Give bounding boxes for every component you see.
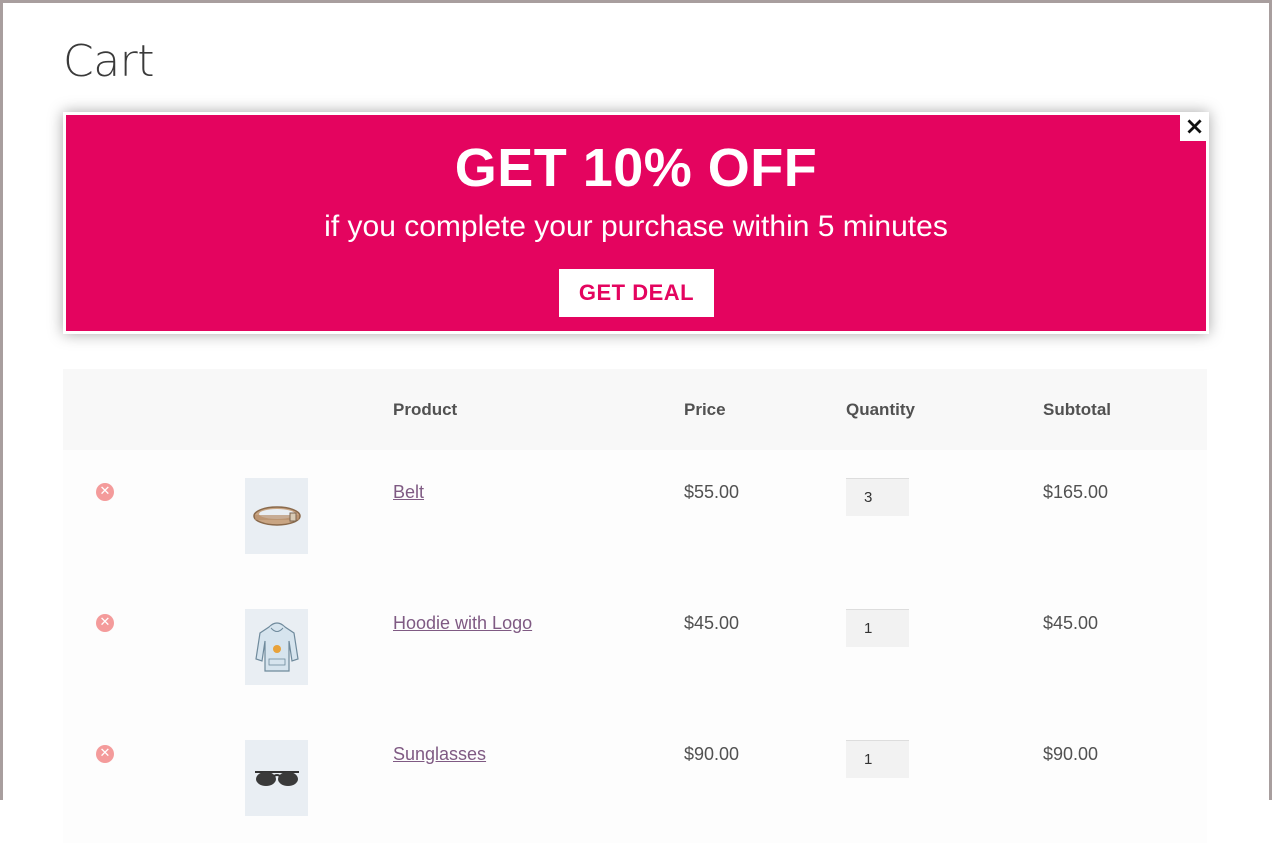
table-row: ✕ Sunglasses $90.00 $90.00 — [63, 712, 1207, 843]
remove-circle-icon[interactable]: ✕ — [96, 483, 114, 501]
quantity-input[interactable] — [846, 478, 909, 516]
product-price: $55.00 — [684, 482, 740, 502]
product-subtotal: $165.00 — [1043, 482, 1109, 502]
header-price: Price — [684, 400, 726, 419]
table-header: Product Price Quantity Subtotal — [63, 369, 1207, 450]
table-row: ✕ Hoodie with Logo $45.00 $45.00 — [63, 581, 1207, 712]
table-row: ✕ Belt $55.00 $165.00 — [63, 450, 1207, 581]
quantity-input[interactable] — [846, 740, 909, 778]
remove-circle-icon[interactable]: ✕ — [96, 614, 114, 632]
header-product: Product — [393, 400, 458, 419]
remove-circle-icon[interactable]: ✕ — [96, 745, 114, 763]
product-price: $45.00 — [684, 613, 740, 633]
page-title: Cart — [63, 36, 155, 87]
promo-subtext: if you complete your purchase within 5 m… — [324, 210, 948, 243]
product-thumbnail[interactable] — [245, 478, 308, 554]
product-thumbnail[interactable] — [245, 609, 308, 685]
sunglasses-icon — [254, 771, 299, 786]
product-link[interactable]: Sunglasses — [393, 744, 486, 765]
header-quantity: Quantity — [846, 400, 915, 419]
get-deal-button[interactable]: GET DEAL — [559, 269, 714, 317]
belt-icon — [252, 506, 301, 526]
product-thumbnail[interactable] — [245, 740, 308, 816]
cart-table: Product Price Quantity Subtotal ✕ Belt $… — [63, 369, 1207, 843]
promo-headline: GET 10% OFF — [454, 138, 818, 198]
promo-popup: GET 10% OFF if you complete your purchas… — [63, 112, 1209, 334]
product-subtotal: $45.00 — [1043, 613, 1099, 633]
product-link[interactable]: Hoodie with Logo — [393, 613, 532, 634]
product-subtotal: $90.00 — [1043, 744, 1099, 764]
product-price: $90.00 — [684, 744, 740, 764]
close-icon[interactable]: × — [1180, 112, 1209, 141]
header-subtotal: Subtotal — [1043, 400, 1111, 419]
quantity-input[interactable] — [846, 609, 909, 647]
product-link[interactable]: Belt — [393, 482, 424, 503]
hoodie-icon — [254, 622, 299, 672]
